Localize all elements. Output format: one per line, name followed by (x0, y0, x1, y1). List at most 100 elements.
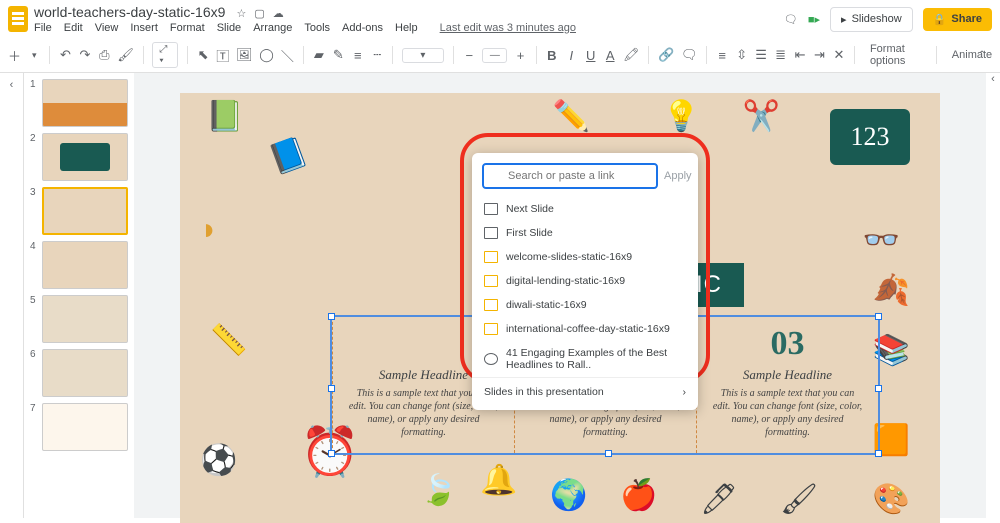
menubar: File Edit View Insert Format Slide Arran… (34, 22, 778, 34)
comments-icon[interactable]: 🗨 (784, 13, 798, 26)
paint-format-icon[interactable]: 🖌 (118, 47, 134, 63)
underline-icon[interactable]: U (585, 47, 597, 63)
doc-title[interactable]: world-teachers-day-static-16x9 (34, 4, 225, 20)
separator (936, 46, 937, 64)
share-button[interactable]: 🔒 Share (923, 8, 992, 31)
line-icon[interactable]: ＼ (281, 47, 294, 63)
image-icon[interactable]: 🖼 (236, 47, 252, 63)
thumb-row[interactable]: 2 (30, 133, 128, 181)
list-number-icon[interactable]: ≣ (774, 47, 786, 63)
link-item-presentation[interactable]: international-coffee-day-static-16x9 (472, 317, 698, 341)
star-icon[interactable]: ☆ (236, 7, 246, 20)
link-item-presentation[interactable]: digital-lending-static-16x9 (472, 269, 698, 293)
menu-view[interactable]: View (95, 22, 119, 34)
chevron-left-icon[interactable]: ‹ (10, 79, 14, 91)
align-icon[interactable]: ≡ (716, 47, 728, 63)
selection-handle[interactable] (875, 385, 882, 392)
menu-arrange[interactable]: Arrange (253, 22, 292, 34)
link-item-first-slide[interactable]: First Slide (472, 221, 698, 245)
link-suggestion-list[interactable]: Next Slide First Slide welcome-slides-st… (472, 197, 698, 377)
col-body[interactable]: This is a sample text that you can edit.… (711, 387, 864, 439)
highlight-icon[interactable]: 🖍 (623, 47, 639, 63)
menu-addons[interactable]: Add-ons (342, 22, 383, 34)
slideshow-button[interactable]: ▸ Slideshow (830, 7, 913, 32)
redo-icon[interactable]: ↷ (79, 47, 91, 63)
cloud-icon[interactable]: ☁ (273, 7, 284, 20)
text-color-icon[interactable]: A (604, 47, 616, 63)
border-weight-icon[interactable]: ≡ (352, 47, 364, 63)
thumbnail-strip[interactable]: 1 2 3 4 5 6 7 (24, 73, 134, 518)
new-slide-caret-icon[interactable]: ▾ (28, 47, 40, 63)
menu-help[interactable]: Help (395, 22, 418, 34)
indent-inc-icon[interactable]: ⇥ (813, 47, 825, 63)
thumb-6[interactable] (42, 349, 128, 397)
italic-icon[interactable]: I (565, 47, 577, 63)
line-spacing-icon[interactable]: ⇳ (735, 47, 747, 63)
thumb-5[interactable] (42, 295, 128, 343)
selection-handle[interactable] (875, 450, 882, 457)
print-icon[interactable]: ⎙ (98, 47, 110, 63)
menu-insert[interactable]: Insert (130, 22, 158, 34)
column-3[interactable]: 03 Sample Headline This is a sample text… (696, 317, 878, 453)
thumb-4[interactable] (42, 241, 128, 289)
move-icon[interactable]: ▢ (254, 7, 264, 20)
link-apply-button[interactable]: Apply (664, 170, 692, 182)
menu-format[interactable]: Format (170, 22, 205, 34)
header-right: 🗨 ■▸ ▸ Slideshow 🔒 Share (784, 7, 992, 32)
list-bullet-icon[interactable]: ☰ (755, 47, 767, 63)
menu-edit[interactable]: Edit (64, 22, 83, 34)
link-item-next-slide[interactable]: Next Slide (472, 197, 698, 221)
thumb-row[interactable]: 3 (30, 187, 128, 235)
thumb-row[interactable]: 1 (30, 79, 128, 127)
link-search-input[interactable] (482, 163, 658, 189)
selection-handle[interactable] (328, 313, 335, 320)
zoom-select[interactable]: ⤢ ▾ (152, 42, 178, 68)
thumb-row[interactable]: 5 (30, 295, 128, 343)
thumb-3[interactable] (42, 187, 128, 235)
font-size-input[interactable]: — (482, 48, 507, 63)
font-dec-icon[interactable]: − (463, 47, 475, 63)
border-color-icon[interactable]: ✎ (332, 47, 344, 63)
menu-slide[interactable]: Slide (217, 22, 241, 34)
thumb-row[interactable]: 4 (30, 241, 128, 289)
link-item-presentation[interactable]: diwali-static-16x9 (472, 293, 698, 317)
comment-icon[interactable]: 🗨 (681, 47, 697, 63)
selection-handle[interactable] (605, 450, 612, 457)
link-item-web[interactable]: 41 Engaging Examples of the Best Headlin… (472, 341, 698, 377)
separator (706, 46, 707, 64)
fill-color-icon[interactable]: ▰ (313, 47, 325, 63)
shape-icon[interactable]: ◯ (259, 47, 274, 63)
thumb-num: 2 (30, 133, 38, 144)
thumb-num: 3 (30, 187, 38, 198)
undo-icon[interactable]: ↶ (59, 47, 71, 63)
select-icon[interactable]: ⬉ (197, 47, 209, 63)
font-inc-icon[interactable]: + (514, 47, 526, 63)
thumb-2[interactable] (42, 133, 128, 181)
link-icon[interactable]: 🔗 (658, 47, 674, 63)
link-item-presentation[interactable]: welcome-slides-static-16x9 (472, 245, 698, 269)
menu-file[interactable]: File (34, 22, 52, 34)
selection-handle[interactable] (328, 385, 335, 392)
thumb-row[interactable]: 7 (30, 403, 128, 451)
meet-icon[interactable]: ■▸ (808, 13, 820, 26)
textbox-icon[interactable]: 🅃 (216, 47, 229, 63)
indent-dec-icon[interactable]: ⇤ (794, 47, 806, 63)
format-options[interactable]: Format options (870, 43, 927, 67)
thumb-row[interactable]: 6 (30, 349, 128, 397)
collapse-toolbar-icon[interactable]: ˆ (974, 47, 990, 63)
thumb-7[interactable] (42, 403, 128, 451)
clear-format-icon[interactable]: ✕ (833, 47, 845, 63)
right-collapse[interactable]: ‹ (986, 73, 1000, 518)
col-headline[interactable]: Sample Headline (711, 367, 864, 383)
selection-handle[interactable] (328, 450, 335, 457)
new-slide-icon[interactable]: ＋ (8, 47, 21, 63)
bold-icon[interactable]: B (546, 47, 558, 63)
selection-handle[interactable] (875, 313, 882, 320)
font-select[interactable]: ▾ (402, 48, 444, 63)
thumb-1[interactable] (42, 79, 128, 127)
border-dash-icon[interactable]: ┄ (371, 47, 383, 63)
slides-logo (8, 6, 28, 32)
link-slides-in-presentation[interactable]: Slides in this presentation › (472, 377, 698, 406)
menu-tools[interactable]: Tools (304, 22, 330, 34)
last-edit[interactable]: Last edit was 3 minutes ago (440, 22, 576, 34)
